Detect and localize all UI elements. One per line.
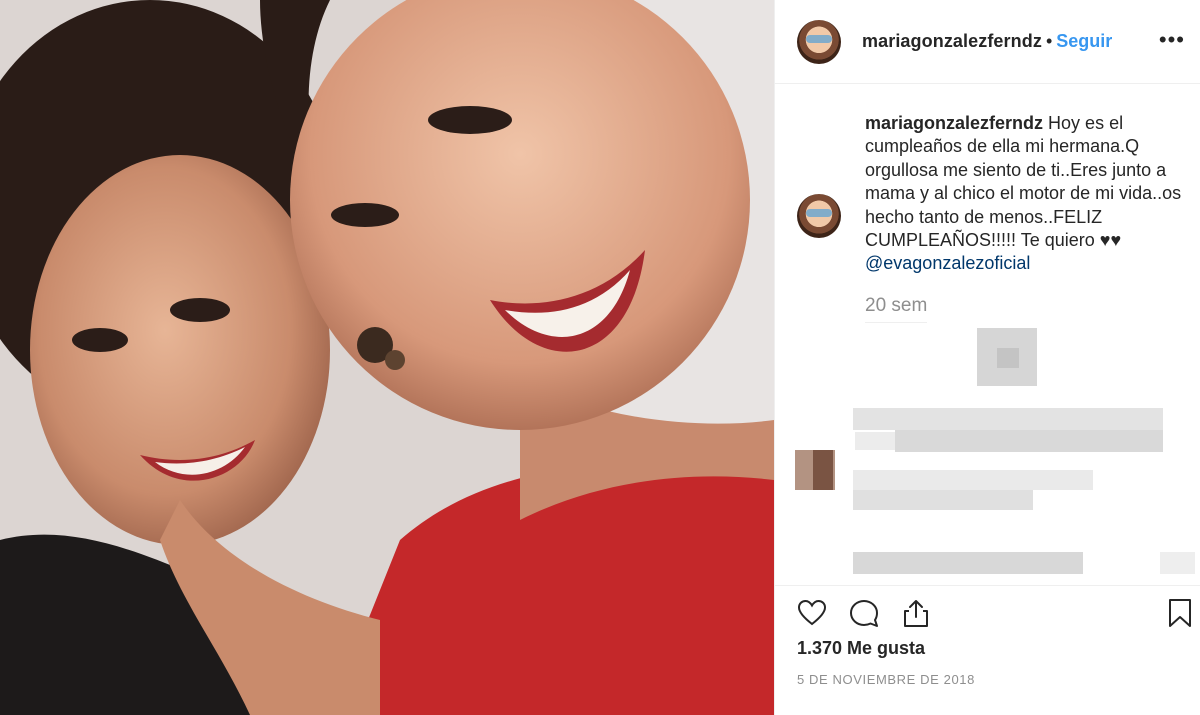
- post-details-panel: mariagonzalezferndz • Seguir ••• mariago…: [774, 0, 1200, 715]
- separator-dot: •: [1045, 31, 1053, 51]
- heart-icon[interactable]: [797, 598, 827, 628]
- post-header: mariagonzalezferndz • Seguir •••: [775, 0, 1200, 84]
- post-photo[interactable]: [0, 0, 774, 715]
- share-icon[interactable]: [901, 598, 931, 628]
- photo-illustration: [0, 0, 774, 715]
- blurred-comments: [775, 320, 1200, 585]
- more-icon[interactable]: •••: [1159, 29, 1185, 51]
- bookmark-icon[interactable]: [1165, 598, 1195, 628]
- time-ago[interactable]: 20 sem: [865, 295, 928, 323]
- avatar[interactable]: [797, 19, 841, 64]
- comment-icon[interactable]: [849, 598, 879, 628]
- caption-body: Hoy es el cumpleaños de ella mi hermana.…: [865, 113, 1182, 251]
- username-link[interactable]: mariagonzalezferndz: [862, 31, 1042, 52]
- follow-button[interactable]: Seguir: [1056, 31, 1112, 52]
- post-actions: 1.370 Me gusta 5 DE NOVIEMBRE DE 2018: [775, 585, 1200, 715]
- avatar[interactable]: [797, 194, 841, 238]
- caption-text: mariagonzalezferndz Hoy es el cumpleaños…: [865, 112, 1195, 276]
- mention-link[interactable]: @evagonzalezoficial: [865, 252, 1195, 275]
- post-date: 5 DE NOVIEMBRE DE 2018: [797, 672, 975, 687]
- likes-count[interactable]: 1.370 Me gusta: [797, 638, 925, 659]
- caption-username[interactable]: mariagonzalezferndz: [865, 113, 1043, 133]
